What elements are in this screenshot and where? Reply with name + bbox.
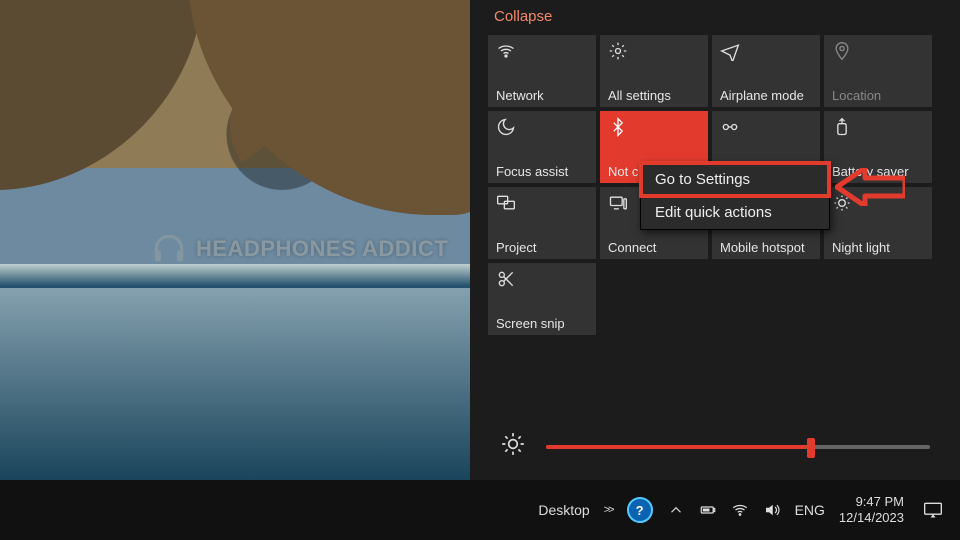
tile-location[interactable]: Location xyxy=(824,35,932,107)
tile-all-settings[interactable]: All settings xyxy=(600,35,708,107)
language-indicator[interactable]: ENG xyxy=(795,502,825,518)
tile-label: Location xyxy=(832,88,924,103)
project-icon xyxy=(496,193,588,213)
watermark: HEADPHONES ADDICT xyxy=(150,230,448,268)
tile-label: Focus assist xyxy=(496,164,588,179)
clock-time: 9:47 PM xyxy=(839,494,904,510)
airplane-mode-icon xyxy=(720,41,812,61)
desktop-toolbar-label[interactable]: Desktop xyxy=(538,502,589,518)
collapse-button[interactable]: Collapse xyxy=(488,4,942,35)
tile-network[interactable]: Network xyxy=(488,35,596,107)
brightness-icon xyxy=(500,431,526,462)
tile-project[interactable]: Project xyxy=(488,187,596,259)
tile-label: Network xyxy=(496,88,588,103)
screen-snip-icon xyxy=(496,269,588,289)
menu-item-go-to-settings[interactable]: Go to Settings xyxy=(641,163,829,196)
tile-label: Connect xyxy=(608,240,700,255)
action-center-panel: Collapse Network All settings Airplane mod… xyxy=(470,0,960,480)
wifi-icon[interactable] xyxy=(731,501,749,519)
volume-icon[interactable] xyxy=(763,501,781,519)
location-icon xyxy=(832,41,924,61)
clock[interactable]: 9:47 PM 12/14/2023 xyxy=(839,494,904,527)
annotation-arrow xyxy=(835,168,905,211)
tile-focus-assist[interactable]: Focus assist xyxy=(488,111,596,183)
brightness-slider[interactable] xyxy=(546,445,930,449)
brightness-thumb[interactable] xyxy=(807,438,815,458)
focus-assist-icon xyxy=(496,117,588,137)
tile-screen-snip[interactable]: Screen snip xyxy=(488,263,596,335)
network-icon xyxy=(496,41,588,61)
desktop-toolbar-chevron-icon[interactable]: >> xyxy=(604,504,613,516)
headphones-icon xyxy=(150,230,188,268)
menu-item-edit-quick-actions[interactable]: Edit quick actions xyxy=(641,196,829,229)
tile-label: Mobile hotspot xyxy=(720,240,812,255)
tile-label: Airplane mode xyxy=(720,88,812,103)
tile-label: Project xyxy=(496,240,588,255)
battery-saver-icon xyxy=(832,117,924,137)
tile-context-menu: Go to SettingsEdit quick actions xyxy=(640,162,830,230)
tile-label: All settings xyxy=(608,88,700,103)
taskbar: Desktop >> ? ENG 9:47 PM 12/14/2023 xyxy=(0,480,960,540)
action-center-icon[interactable] xyxy=(918,495,948,525)
help-icon[interactable]: ? xyxy=(627,497,653,523)
watermark-text: HEADPHONES ADDICT xyxy=(196,236,448,262)
vpn-icon xyxy=(720,117,812,137)
battery-icon[interactable] xyxy=(699,501,717,519)
bluetooth-icon xyxy=(608,117,700,137)
tray-overflow-chevron-icon[interactable] xyxy=(667,501,685,519)
brightness-slider-row xyxy=(500,431,930,462)
clock-date: 12/14/2023 xyxy=(839,510,904,526)
tile-label: Screen snip xyxy=(496,316,588,331)
tile-label: Night light xyxy=(832,240,924,255)
all-settings-icon xyxy=(608,41,700,61)
tile-airplane-mode[interactable]: Airplane mode xyxy=(712,35,820,107)
